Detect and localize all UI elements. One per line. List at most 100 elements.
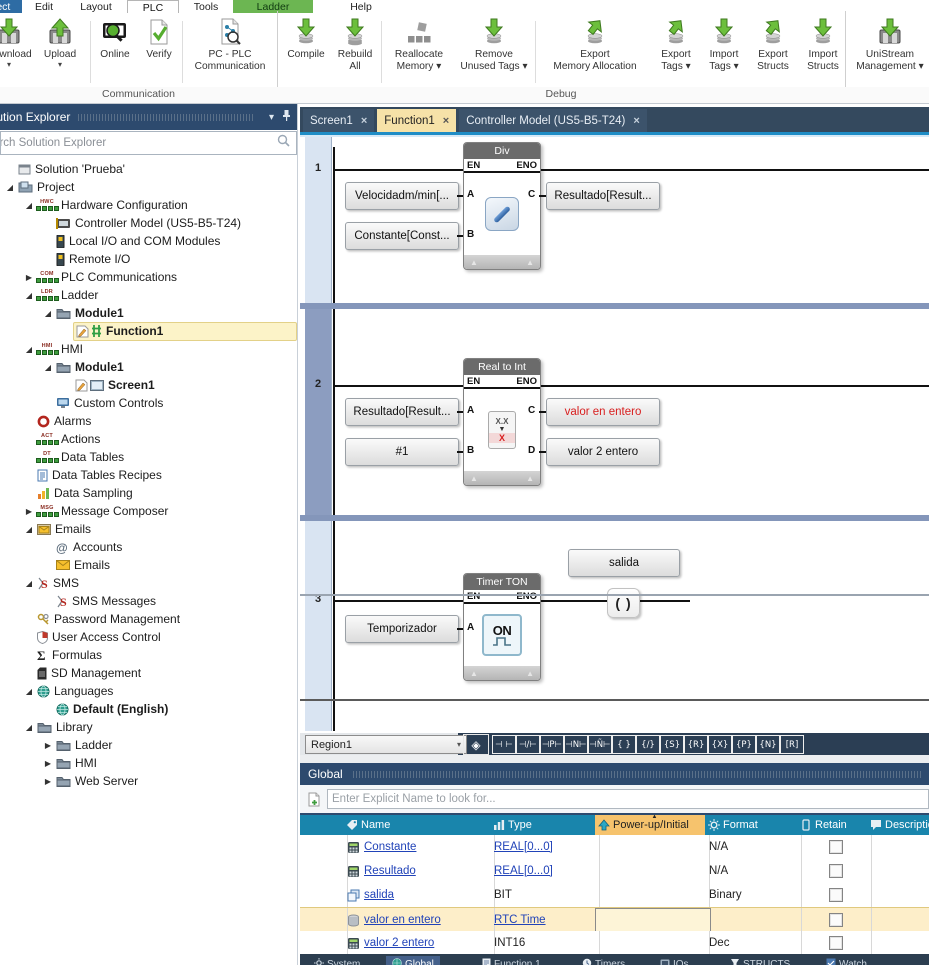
tree-item-controller-model-us5-b5-t24[interactable]: Controller Model (US5-B5-T24): [0, 214, 297, 232]
bottom-tab-system[interactable]: System: [308, 956, 366, 965]
bottom-tab-ios[interactable]: IOs: [654, 956, 695, 965]
tag-format-cell[interactable]: Dec: [705, 931, 802, 955]
tag-name-cell[interactable]: valor 2 entero: [343, 931, 495, 955]
tag-type-value[interactable]: REAL[0...0]: [494, 865, 553, 877]
pin-icon[interactable]: [282, 110, 291, 124]
tag-name-cell[interactable]: salida: [343, 883, 495, 907]
output-tag-valor-en-entero[interactable]: valor en entero: [546, 398, 660, 426]
collapse-icon[interactable]: ◢: [23, 579, 35, 588]
tree-item-languages[interactable]: ◢Languages: [0, 682, 297, 700]
bottom-tab-function-1[interactable]: Function 1: [476, 956, 547, 965]
ladder-element-button-2[interactable]: ⊣P⊢: [540, 735, 564, 754]
ribbon-button-upload[interactable]: Upload▾: [36, 16, 84, 84]
expand-up-icon[interactable]: ▲: [470, 474, 478, 483]
ladder-element-button-5[interactable]: { }: [612, 735, 636, 754]
region-select[interactable]: Region1 ▾: [305, 735, 467, 754]
menu-tab-help[interactable]: Help: [340, 0, 382, 13]
collapse-icon[interactable]: ◢: [42, 363, 54, 372]
tag-powerup-cell[interactable]: [595, 835, 710, 859]
ribbon-button-download[interactable]: Download▾: [0, 16, 32, 84]
editor-tab-screen1[interactable]: Screen1×: [303, 109, 374, 132]
tag-type-cell[interactable]: REAL[0...0]: [490, 835, 600, 859]
tag-row-resultado[interactable]: ResultadoREAL[0...0]N/A: [300, 859, 929, 884]
output-tag-valor-2-entero[interactable]: valor 2 entero: [546, 438, 660, 466]
tag-name-link[interactable]: Resultado: [364, 865, 416, 877]
tag-description-cell[interactable]: [867, 859, 929, 883]
expand-up-icon[interactable]: ▲: [470, 669, 478, 678]
collapse-icon[interactable]: ◢: [23, 345, 35, 354]
tree-item-hmi[interactable]: ▶HMI: [0, 754, 297, 772]
tag-powerup-cell[interactable]: [595, 859, 710, 883]
tag-description-cell[interactable]: [867, 931, 929, 955]
selection-tool-button[interactable]: ◈: [463, 734, 489, 755]
input-tag-resultado-result[interactable]: Resultado[Result...: [345, 398, 459, 426]
menu-tab-edit[interactable]: Edit: [24, 0, 64, 13]
tree-item-function1[interactable]: Function1: [0, 322, 297, 340]
rung-gutter-2[interactable]: [305, 309, 332, 515]
input-tag-velocidadm-min[interactable]: Velocidadm/min[...: [345, 182, 459, 210]
column-header-retain[interactable]: Retain: [797, 815, 871, 835]
tag-name-cell[interactable]: valor en entero: [343, 908, 495, 932]
add-tag-icon[interactable]: [305, 790, 323, 808]
tag-retain-cell[interactable]: [797, 883, 872, 907]
retain-checkbox[interactable]: [829, 913, 843, 927]
collapse-icon[interactable]: ◢: [23, 525, 35, 534]
tree-item-default-english[interactable]: Default (English): [0, 700, 297, 718]
tree-item-project[interactable]: ◢Project: [0, 178, 297, 196]
ribbon-button-export-memory-allocation[interactable]: Export Memory Allocation: [539, 16, 651, 84]
tree-item-library[interactable]: ◢Library: [0, 718, 297, 736]
bottom-tab-timers[interactable]: Timers: [576, 956, 631, 965]
column-header-power-up-initial[interactable]: Power-up/Initial▲: [595, 815, 709, 835]
menu-tab-plc[interactable]: PLC: [127, 0, 179, 13]
ribbon-button-import-tags[interactable]: Import Tags ▾: [701, 16, 747, 84]
input-tag-constante-const[interactable]: Constante[Const...: [345, 222, 459, 250]
tag-description-cell[interactable]: [867, 908, 929, 932]
collapse-icon[interactable]: ◢: [23, 687, 35, 696]
tag-retain-cell[interactable]: [797, 908, 872, 932]
tree-item-custom-controls[interactable]: Custom Controls: [0, 394, 297, 412]
retain-checkbox[interactable]: [829, 936, 843, 950]
column-header-name[interactable]: Name: [343, 815, 494, 835]
column-header-type[interactable]: Type: [490, 815, 599, 835]
tag-description-cell[interactable]: [867, 883, 929, 907]
tag-format-cell[interactable]: Binary: [705, 883, 802, 907]
ribbon-button-online[interactable]: Online: [94, 16, 136, 84]
row-selector[interactable]: [305, 859, 348, 883]
tree-item-emails[interactable]: Emails: [0, 556, 297, 574]
bottom-tab-global[interactable]: Global: [386, 956, 440, 965]
column-header-description[interactable]: Description: [867, 815, 929, 835]
ladder-element-button-10[interactable]: {P}: [732, 735, 756, 754]
close-icon[interactable]: ×: [633, 115, 639, 127]
rung-gutter-3[interactable]: [305, 521, 332, 699]
column-header-format[interactable]: Format: [705, 815, 801, 835]
ladder-element-button-1[interactable]: ⊣/⊢: [516, 735, 540, 754]
tree-item-data-tables[interactable]: DTData Tables: [0, 448, 297, 466]
input-tag-temporizador[interactable]: Temporizador: [345, 615, 459, 643]
expand-icon[interactable]: ▶: [42, 741, 54, 750]
tree-item-password-management[interactable]: Password Management: [0, 610, 297, 628]
tree-item-ladder[interactable]: ◢LDRLadder: [0, 286, 297, 304]
close-icon[interactable]: ×: [443, 115, 449, 127]
ribbon-button-remove-unused-tags[interactable]: Remove Unused Tags ▾: [455, 16, 533, 84]
ladder-element-button-12[interactable]: [R]: [780, 735, 804, 754]
expand-icon[interactable]: ▶: [42, 759, 54, 768]
tag-retain-cell[interactable]: [797, 859, 872, 883]
tree-item-data-tables-recipes[interactable]: Data Tables Recipes: [0, 466, 297, 484]
ribbon-button-reallocate-memory[interactable]: Reallocate Memory ▾: [385, 16, 453, 84]
output-tag-resultado-result[interactable]: Resultado[Result...: [546, 182, 660, 210]
tree-item-hmi[interactable]: ◢HMIHMI: [0, 340, 297, 358]
retain-checkbox[interactable]: [829, 864, 843, 878]
tree-item-data-sampling[interactable]: Data Sampling: [0, 484, 297, 502]
tag-type-value[interactable]: RTC Time: [494, 914, 546, 926]
expand-up-icon[interactable]: ▲: [526, 669, 534, 678]
collapse-icon[interactable]: ◢: [23, 201, 35, 210]
collapse-icon[interactable]: ◢: [23, 723, 35, 732]
tree-item-emails[interactable]: ◢Emails: [0, 520, 297, 538]
tree-item-web-server[interactable]: ▶Web Server: [0, 772, 297, 790]
tag-retain-cell[interactable]: [797, 931, 872, 955]
tree-item-sd-management[interactable]: SD Management: [0, 664, 297, 682]
ladder-element-button-0[interactable]: ⊣ ⊢: [492, 735, 516, 754]
tree-item-hardware-configuration[interactable]: ◢HWCHardware Configuration: [0, 196, 297, 214]
close-icon[interactable]: ×: [361, 115, 367, 127]
expand-up-icon[interactable]: ▲: [470, 258, 478, 267]
